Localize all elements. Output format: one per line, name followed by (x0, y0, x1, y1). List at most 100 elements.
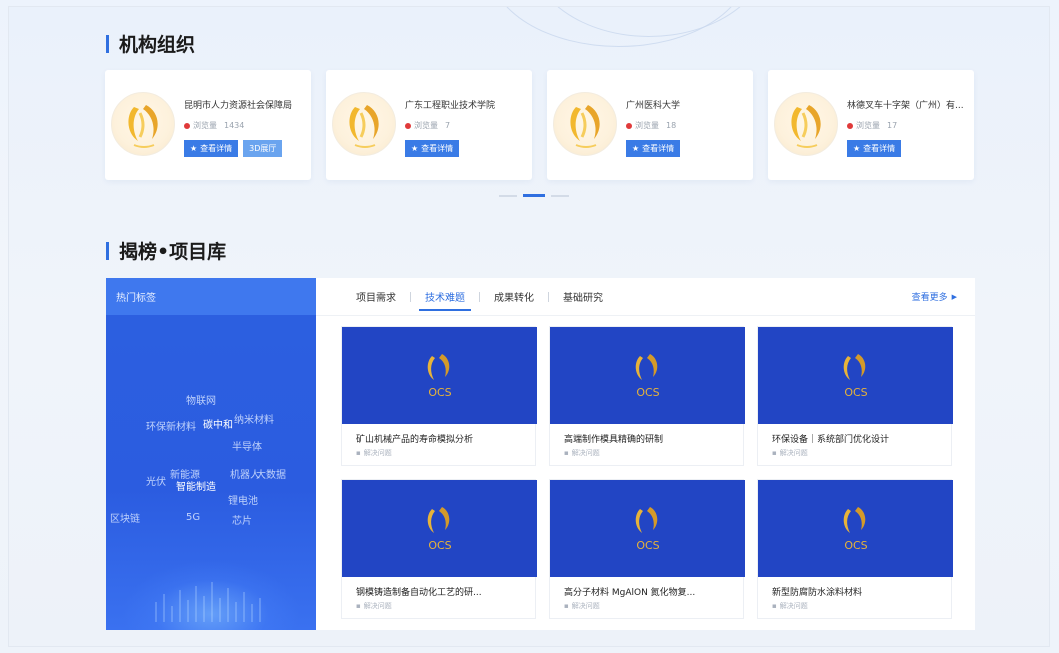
svg-text:OCS: OCS (428, 539, 451, 552)
views-label: 浏览量 (856, 121, 880, 130)
views-label: 浏览量 (193, 121, 217, 130)
tag-icon: ▪ (772, 602, 777, 610)
project-card[interactable]: OCS 新型防腐防水涂料材料 ▪ 解决问题 (757, 479, 953, 619)
star-icon: ★ (632, 144, 640, 153)
project-title[interactable]: 矿山机械产品的寿命模拟分析 (342, 424, 535, 445)
project-image: OCS (758, 480, 953, 577)
tag-icon: ▪ (772, 449, 777, 457)
views-label: 浏览量 (414, 121, 438, 130)
org-views: 浏览量 17 (847, 120, 897, 131)
hot-tag[interactable]: 环保新材料 (146, 418, 196, 433)
org-logo-icon (332, 92, 396, 156)
hot-tag[interactable]: 物联网 (186, 392, 216, 407)
project-title[interactable]: 新型防腐防水涂料材料 (758, 577, 951, 598)
3d-hall-button[interactable]: 3D展厅 (243, 140, 283, 157)
org-name[interactable]: 林德叉车十字架（广州）有... (847, 98, 969, 111)
project-card[interactable]: OCS 高分子材料 MgAlON 氮化物复... ▪ 解决问题 (549, 479, 745, 619)
project-tabs: 项目需求 技术难题 成果转化 基础研究 (342, 278, 617, 315)
tag-icon: ▪ (564, 449, 569, 457)
carousel-dot-active[interactable] (523, 194, 545, 197)
org-name[interactable]: 昆明市人力资源社会保障局 (184, 98, 306, 111)
star-icon: ★ (411, 144, 419, 153)
carousel-dot[interactable] (551, 194, 569, 197)
project-subtitle: ▪ 解决问题 (772, 449, 808, 457)
tabs-divider (316, 315, 975, 316)
project-image: OCS (550, 327, 745, 424)
project-title[interactable]: 钢模铸造制备自动化工艺的研... (342, 577, 535, 598)
org-card[interactable]: 广州医科大学 浏览量 18 ★ 查看详情 (547, 70, 753, 180)
view-detail-button[interactable]: ★ 查看详情 (847, 140, 902, 157)
project-image: OCS (550, 480, 745, 577)
hot-tag[interactable]: 智能制造 (176, 478, 216, 493)
view-detail-button[interactable]: ★ 查看详情 (184, 140, 239, 157)
org-views: 浏览量 7 (405, 120, 450, 131)
project-subtitle: ▪ 解决问题 (564, 449, 600, 457)
view-detail-button[interactable]: ★ 查看详情 (626, 140, 681, 157)
project-title[interactable]: 高端制作模具精确的研制 (550, 424, 743, 445)
project-subtitle: ▪ 解决问题 (356, 449, 392, 457)
project-subtitle: ▪ 解决问题 (564, 602, 600, 610)
hot-tag[interactable]: 光伏 (146, 473, 166, 488)
svg-text:OCS: OCS (844, 386, 867, 399)
tab-achievement-transfer[interactable]: 成果转化 (480, 278, 548, 315)
org-logo-icon (774, 92, 838, 156)
hot-tag[interactable]: 区块链 (110, 510, 140, 525)
orgs-title-text: 机构组织 (119, 34, 196, 56)
org-views: 浏览量 18 (626, 120, 676, 131)
project-image: OCS (758, 327, 953, 424)
views-count: 18 (666, 121, 677, 130)
svg-text:OCS: OCS (844, 539, 867, 552)
svg-text:OCS: OCS (428, 386, 451, 399)
views-count: 17 (887, 121, 898, 130)
view-detail-button[interactable]: ★ 查看详情 (405, 140, 460, 157)
hot-tag[interactable]: 5G (186, 512, 200, 523)
ocs-logo-icon: OCS (427, 353, 451, 399)
view-dot-icon (405, 122, 411, 129)
hot-tag[interactable]: 锂电池 (228, 492, 258, 507)
org-card[interactable]: 广东工程职业技术学院 浏览量 7 ★ 查看详情 (326, 70, 532, 180)
caret-right-icon: ▶ (951, 292, 957, 301)
project-card[interactable]: OCS 钢模铸造制备自动化工艺的研... ▪ 解决问题 (341, 479, 537, 619)
org-views: 浏览量 1434 (184, 120, 244, 131)
project-card[interactable]: OCS 高端制作模具精确的研制 ▪ 解决问题 (549, 326, 745, 466)
orgs-section-title: 机构组织 (106, 30, 195, 57)
org-carousel: 昆明市人力资源社会保障局 浏览量 1434 ★ 查看详情 3D展厅 广东工程职业… (105, 70, 974, 180)
project-subtitle: ▪ 解决问题 (772, 602, 808, 610)
project-image: OCS (342, 480, 537, 577)
svg-text:OCS: OCS (636, 539, 659, 552)
view-dot-icon (184, 122, 190, 129)
star-icon: ★ (853, 144, 861, 153)
project-title[interactable]: 环保设备｜系统部门优化设计 (758, 424, 951, 445)
hot-tag[interactable]: 碳中和 (203, 416, 233, 431)
views-count: 1434 (224, 121, 245, 130)
city-skyline-decoration (155, 582, 261, 622)
hot-tag[interactable]: 纳米材料 (234, 411, 274, 426)
org-card[interactable]: 昆明市人力资源社会保障局 浏览量 1434 ★ 查看详情 3D展厅 (105, 70, 311, 180)
star-icon: ★ (190, 144, 198, 153)
ocs-logo-icon: OCS (843, 353, 867, 399)
org-logo-icon (553, 92, 617, 156)
tab-basic-research[interactable]: 基础研究 (549, 278, 617, 315)
project-card[interactable]: OCS 矿山机械产品的寿命模拟分析 ▪ 解决问题 (341, 326, 537, 466)
hot-tag[interactable]: 芯片 (232, 512, 252, 527)
org-name[interactable]: 广州医科大学 (626, 98, 748, 111)
project-card[interactable]: OCS 环保设备｜系统部门优化设计 ▪ 解决问题 (757, 326, 953, 466)
tab-tech-problems[interactable]: 技术难题 (411, 278, 479, 315)
hot-tag[interactable]: 大数据 (256, 466, 286, 481)
project-title[interactable]: 高分子材料 MgAlON 氮化物复... (550, 577, 743, 598)
carousel-dot[interactable] (499, 194, 517, 197)
projects-title-text: 揭榜•项目库 (119, 241, 227, 263)
views-count: 7 (445, 121, 451, 130)
org-name[interactable]: 广东工程职业技术学院 (405, 98, 527, 111)
org-card[interactable]: 林德叉车十字架（广州）有... 浏览量 17 ★ 查看详情 (768, 70, 974, 180)
org-logo-icon (111, 92, 175, 156)
tag-icon: ▪ (564, 602, 569, 610)
ocs-logo-icon: OCS (427, 506, 451, 552)
view-more-link[interactable]: 查看更多 ▶ (912, 290, 957, 304)
tab-project-needs[interactable]: 项目需求 (342, 278, 410, 315)
project-grid: OCS 矿山机械产品的寿命模拟分析 ▪ 解决问题 OCS 高端制作模具精确的研制… (341, 326, 953, 619)
title-accent-bar (106, 34, 109, 53)
svg-text:OCS: OCS (636, 386, 659, 399)
tag-icon: ▪ (356, 449, 361, 457)
hot-tag[interactable]: 半导体 (232, 438, 262, 453)
